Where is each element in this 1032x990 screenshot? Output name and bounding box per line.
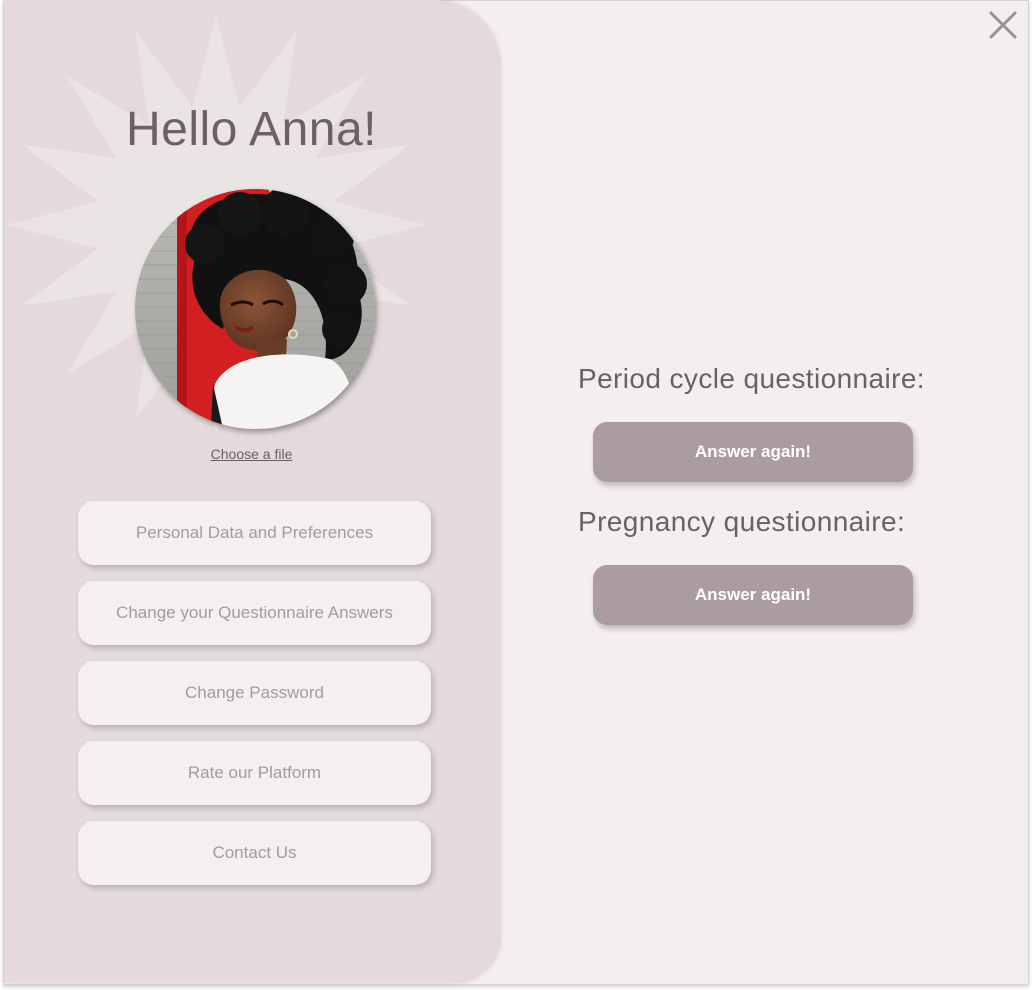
change-answers-button[interactable]: Change your Questionnaire Answers [78,581,431,645]
change-password-button[interactable]: Change Password [78,661,431,725]
period-questionnaire-title: Period cycle questionnaire: [578,363,925,394]
rate-platform-button[interactable]: Rate our Platform [78,741,431,805]
profile-photo [135,189,375,429]
avatar[interactable] [135,189,375,429]
pregnancy-questionnaire-title: Pregnancy questionnaire: [578,506,906,537]
contact-us-button[interactable]: Contact Us [78,821,431,885]
choose-file-link[interactable]: Choose a file [4,446,499,462]
greeting-title: Hello Anna! [125,103,377,156]
personal-data-button[interactable]: Personal Data and Preferences [78,501,431,565]
close-icon[interactable] [986,8,1020,42]
period-answer-again-button[interactable]: Answer again! [593,422,913,482]
pregnancy-answer-again-button[interactable]: Answer again! [593,565,913,625]
profile-sidebar: Hello Anna! Choose a file Personal Data … [4,0,499,983]
